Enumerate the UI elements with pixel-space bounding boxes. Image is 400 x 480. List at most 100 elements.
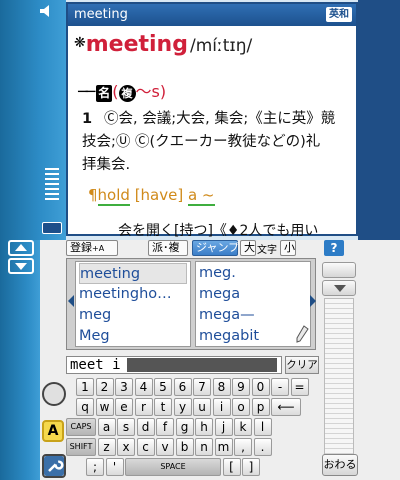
- key-4[interactable]: 4: [134, 378, 153, 396]
- key-,[interactable]: ,: [234, 438, 252, 456]
- scroll-down-icon[interactable]: [8, 258, 34, 274]
- headword: meeting: [85, 32, 188, 57]
- example-sentence: 会を開く[持つ]《♦2人でも用い: [118, 223, 319, 239]
- level-meter-icon: [45, 168, 59, 203]
- key-1[interactable]: 1: [76, 378, 94, 396]
- headword-row: ❋meeting/míːtɪŋ/: [74, 32, 252, 57]
- key-h[interactable]: h: [195, 418, 213, 436]
- key-m[interactable]: m: [214, 438, 233, 456]
- speaker-icon[interactable]: [38, 3, 54, 19]
- list-item[interactable]: meetingho…: [79, 284, 172, 305]
- sense-number: 1: [82, 111, 93, 127]
- key-z[interactable]: z: [97, 438, 116, 456]
- search-input-text: meet i: [70, 357, 121, 373]
- bottom-screen: 登録+A 派･複 ジャンプ 大 文字 小 ? meeting meetingho…: [0, 240, 400, 480]
- list-item[interactable]: meg.: [199, 263, 236, 284]
- key-CAPS[interactable]: CAPS: [66, 418, 96, 436]
- dictionary-entry-panel: meeting 英和 ❋meeting/míːtɪŋ/ ── 名(複〜s) 1 Ⓒ…: [66, 2, 358, 239]
- key-c[interactable]: c: [136, 438, 155, 456]
- key-t[interactable]: t: [154, 398, 172, 416]
- key-'[interactable]: ': [105, 458, 124, 476]
- entry-title: meeting: [74, 7, 128, 22]
- right-decor-strip: [358, 0, 400, 240]
- key-[[interactable]: [: [222, 458, 241, 476]
- key-k[interactable]: k: [234, 418, 252, 436]
- side-tools: A: [40, 380, 66, 480]
- search-input[interactable]: meet i: [66, 356, 282, 374]
- derived-forms-button[interactable]: 派･複: [148, 240, 188, 256]
- wrench-icon[interactable]: [42, 454, 66, 478]
- key-x[interactable]: x: [117, 438, 135, 456]
- list-next-arrow-icon[interactable]: [310, 295, 316, 307]
- register-button[interactable]: 登録+A: [66, 240, 118, 256]
- list-scroll-track[interactable]: [324, 298, 354, 468]
- word-list-left: meeting meetingho… meg Meg: [75, 261, 191, 347]
- font-small-button[interactable]: 小: [280, 240, 296, 256]
- key-j[interactable]: j: [214, 418, 233, 436]
- key-8[interactable]: 8: [212, 378, 231, 396]
- top-screen: meeting 英和 ❋meeting/míːtɪŋ/ ── 名(複〜s) 1 Ⓒ…: [0, 0, 400, 240]
- key-v[interactable]: v: [156, 438, 174, 456]
- key-3[interactable]: 3: [115, 378, 133, 396]
- plural-info: (複〜s): [112, 82, 167, 102]
- key-0[interactable]: 0: [251, 378, 270, 396]
- clear-button[interactable]: クリア: [285, 356, 319, 374]
- key-b[interactable]: b: [175, 438, 194, 456]
- key-d[interactable]: d: [136, 418, 155, 436]
- key-g[interactable]: g: [175, 418, 194, 436]
- pronunciation: /míːtɪŋ/: [189, 36, 253, 56]
- key-u[interactable]: u: [193, 398, 211, 416]
- phrase-link[interactable]: ¶hold [have] a ~: [88, 186, 215, 206]
- list-item[interactable]: mega: [199, 284, 240, 305]
- key-SHIFT[interactable]: SHIFT: [66, 438, 96, 456]
- key-y[interactable]: y: [173, 398, 192, 416]
- list-item[interactable]: meg: [79, 305, 111, 326]
- key-7[interactable]: 7: [193, 378, 211, 396]
- list-item[interactable]: Meg: [79, 326, 110, 347]
- key-][interactable]: ]: [242, 458, 260, 476]
- key-n[interactable]: n: [195, 438, 213, 456]
- key-q[interactable]: q: [76, 398, 94, 416]
- right-controls: [322, 262, 356, 472]
- key-SPACE[interactable]: SPACE: [125, 458, 221, 476]
- key-w[interactable]: w: [95, 398, 114, 416]
- key-o[interactable]: o: [232, 398, 250, 416]
- list-prev-arrow-icon[interactable]: [68, 295, 74, 307]
- help-button[interactable]: ?: [324, 240, 344, 256]
- key-p[interactable]: p: [251, 398, 270, 416]
- input-cursor-area: [127, 358, 277, 372]
- key--[interactable]: -: [271, 378, 289, 396]
- key-s[interactable]: s: [117, 418, 135, 436]
- input-mode-a-button[interactable]: A: [42, 420, 64, 442]
- word-list-right: meg. mega mega— megabit: [195, 261, 311, 347]
- key-f[interactable]: f: [156, 418, 174, 436]
- page-down-button[interactable]: [322, 280, 356, 296]
- key-r[interactable]: r: [134, 398, 153, 416]
- page-up-button[interactable]: [322, 262, 356, 278]
- handwriting-icon[interactable]: [42, 382, 66, 406]
- app-screen: meeting 英和 ❋meeting/míːtɪŋ/ ── 名(複〜s) 1 Ⓒ…: [0, 0, 400, 480]
- scroll-up-icon[interactable]: [8, 240, 34, 256]
- font-size-label: 文字: [257, 245, 277, 256]
- key-l[interactable]: l: [253, 418, 272, 436]
- key-2[interactable]: 2: [95, 378, 114, 396]
- quit-button[interactable]: おわる: [322, 454, 358, 476]
- key-i[interactable]: i: [212, 398, 231, 416]
- left-decor-strip: [0, 0, 66, 240]
- jump-button[interactable]: ジャンプ: [192, 240, 239, 256]
- key-9[interactable]: 9: [232, 378, 250, 396]
- key-⟵[interactable]: ⟵: [271, 398, 301, 416]
- list-item[interactable]: mega—: [199, 305, 255, 326]
- list-item[interactable]: megabit: [199, 326, 259, 347]
- key-5[interactable]: 5: [154, 378, 172, 396]
- pencil-icon[interactable]: [295, 325, 309, 343]
- font-large-button[interactable]: 大: [240, 240, 256, 256]
- key-e[interactable]: e: [115, 398, 133, 416]
- key-.[interactable]: .: [253, 438, 272, 456]
- pos-label: 名: [96, 85, 113, 102]
- key-=[interactable]: =: [290, 378, 309, 396]
- key-6[interactable]: 6: [173, 378, 192, 396]
- key-a[interactable]: a: [97, 418, 116, 436]
- list-item[interactable]: meeting: [79, 263, 187, 284]
- key-;[interactable]: ;: [86, 458, 104, 476]
